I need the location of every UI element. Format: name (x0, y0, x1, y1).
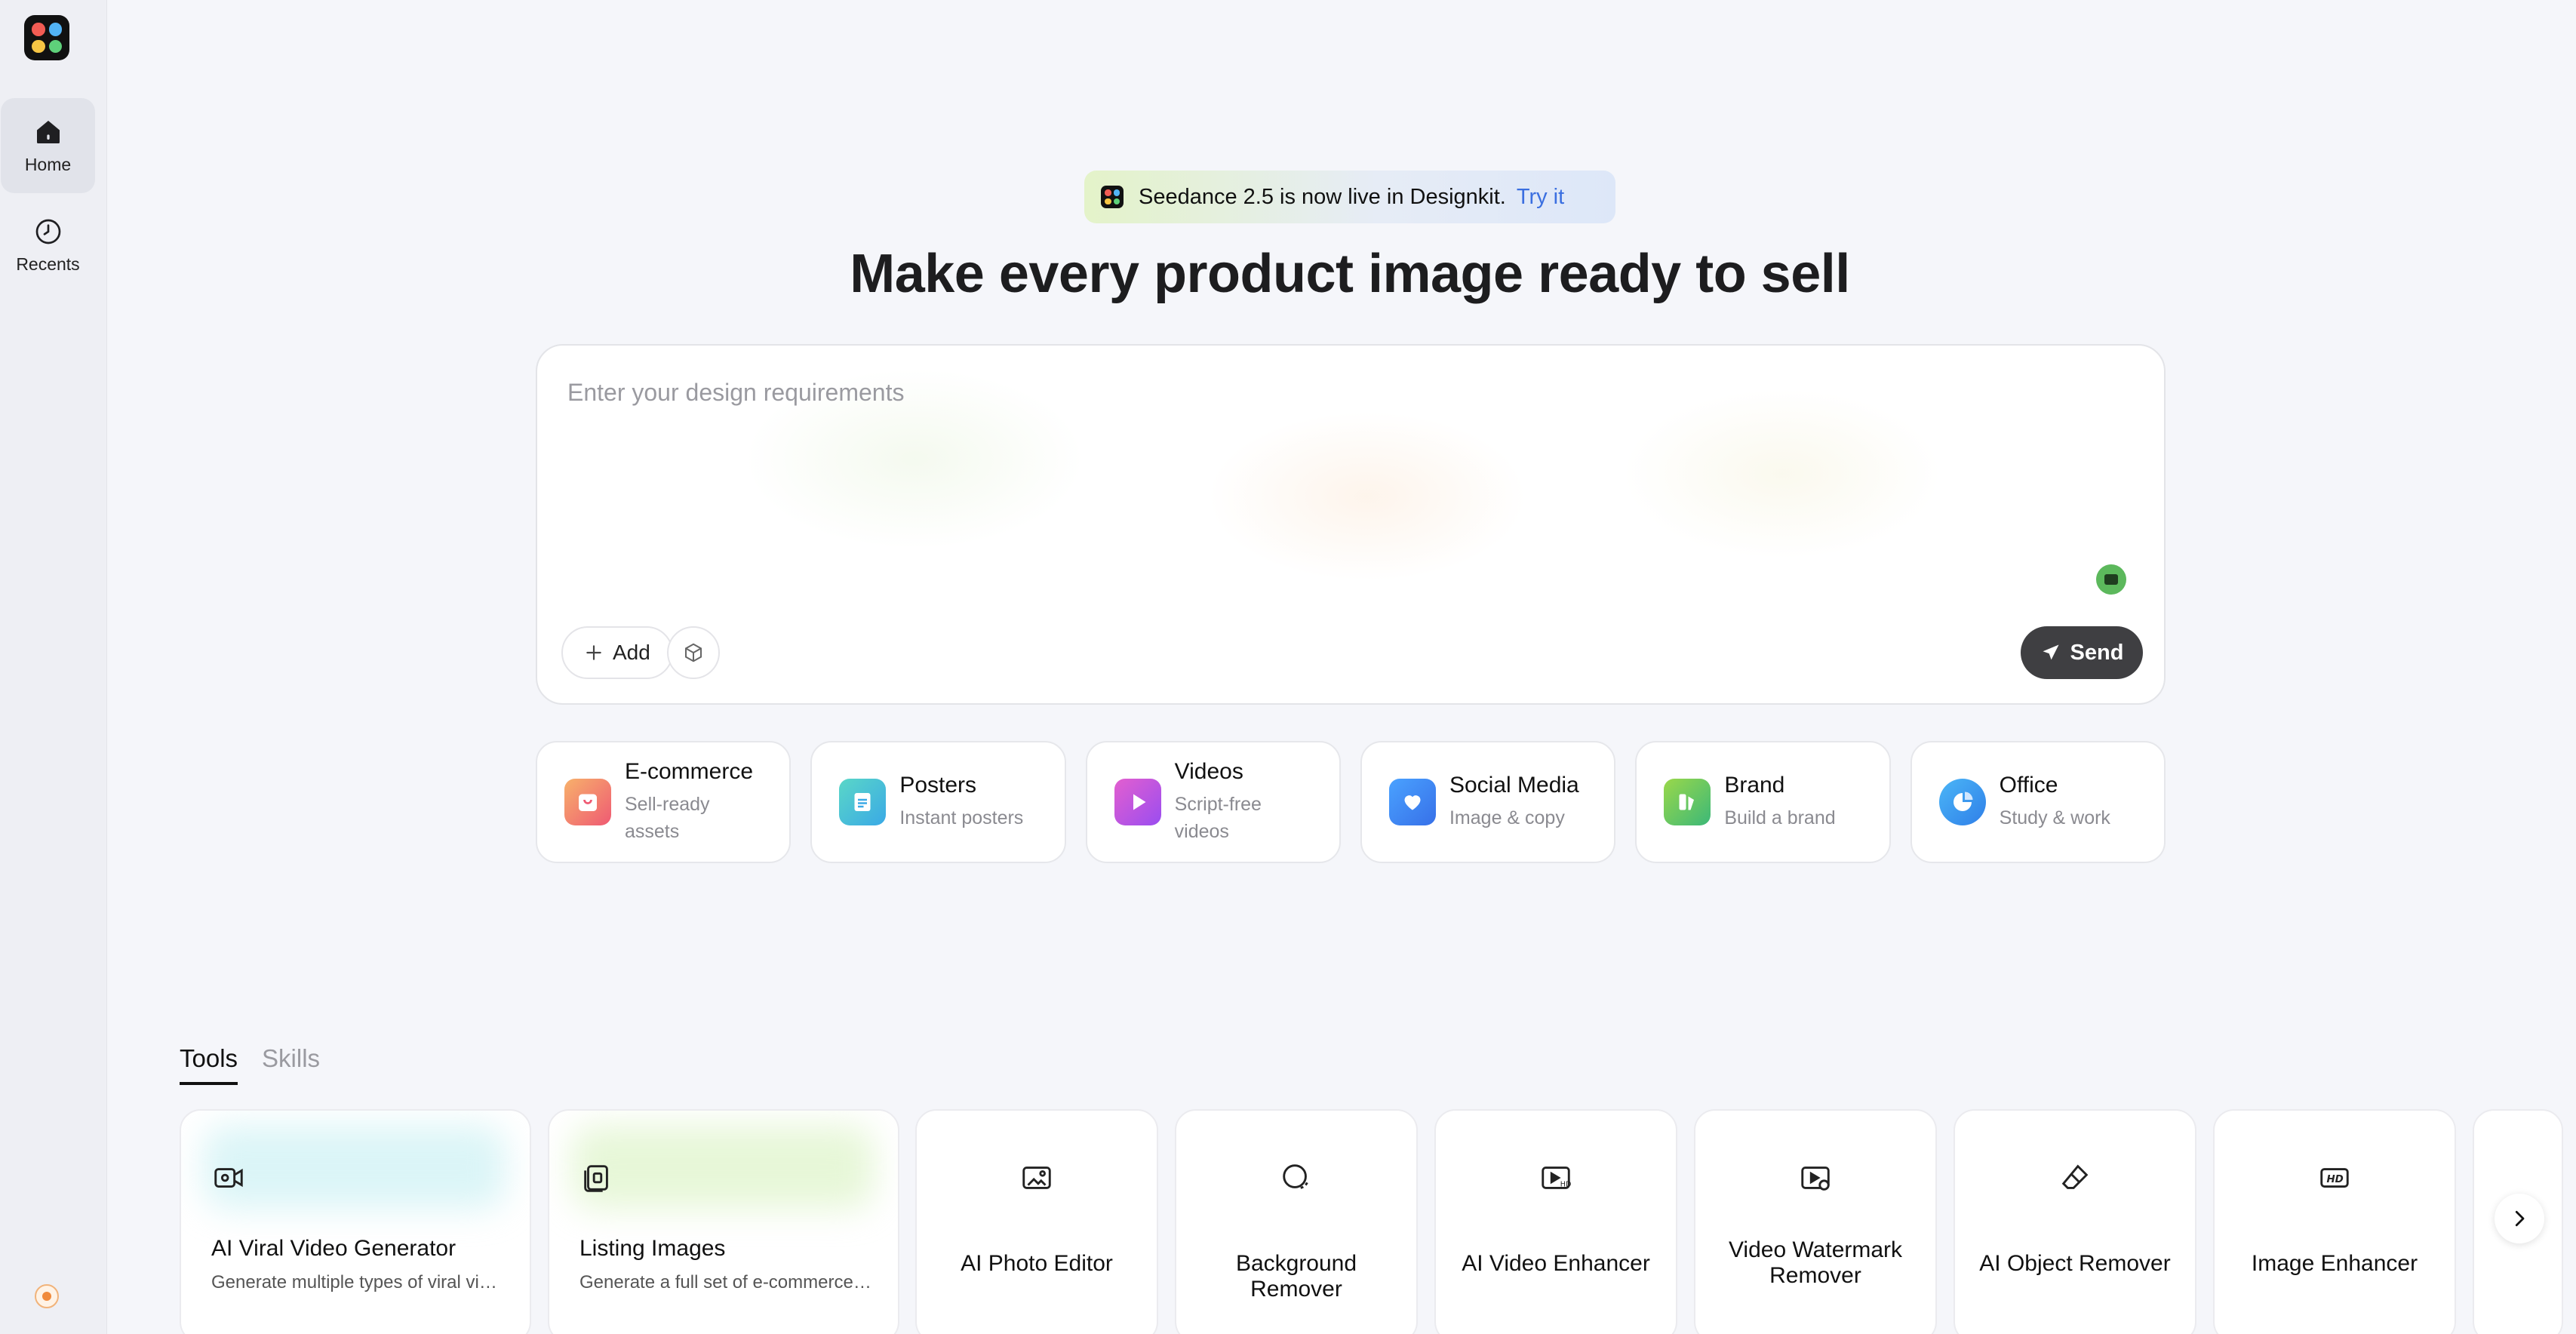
tool-title: Video Watermark Remover (1728, 1237, 1903, 1288)
tool-description: Generate multiple types of viral videos (211, 1272, 506, 1293)
tool-title: Image Enhancer (2251, 1251, 2418, 1276)
tab-skills[interactable]: Skills (262, 1044, 320, 1085)
eraser-icon (2061, 1164, 2089, 1189)
category-title: E-commerce (625, 759, 754, 784)
category-title: Brand (1724, 773, 1785, 798)
video-watermark-icon (1801, 1166, 1830, 1191)
hd-icon: HD (2320, 1168, 2349, 1188)
video-camera-icon (214, 1168, 243, 1188)
category-row: E-commerce Sell-ready assets Posters Ins… (536, 741, 2166, 863)
plus-icon (586, 645, 601, 660)
svg-text:HD: HD (1560, 1181, 1572, 1189)
tools-next-button[interactable] (2495, 1194, 2544, 1243)
category-subtitle: Image & copy (1449, 807, 1565, 828)
category-title: Social Media (1449, 773, 1579, 798)
model-select-button[interactable] (667, 626, 720, 679)
shopping-bag-icon (564, 779, 611, 825)
tool-card-image-enhancer[interactable]: HD Image Enhancer (2213, 1109, 2456, 1334)
play-icon (1114, 779, 1161, 825)
pie-chart-icon (1938, 779, 1986, 825)
poster-icon (839, 779, 887, 825)
tab-tools[interactable]: Tools (180, 1044, 238, 1085)
sidebar-item-home[interactable]: Home (1, 98, 95, 193)
tool-card-ai-viral-video-generator[interactable]: AI Viral Video Generator Generate multip… (180, 1109, 531, 1334)
tool-description: Generate a full set of e-commerce images (579, 1272, 874, 1293)
tool-card-listing-images[interactable]: Listing Images Generate a full set of e-… (548, 1109, 899, 1334)
design-requirements-input[interactable] (567, 379, 2122, 567)
tool-card-background-remover[interactable]: Background Remover (1175, 1109, 1418, 1334)
category-subtitle: Build a brand (1724, 807, 1836, 828)
add-button[interactable]: Add (561, 626, 673, 679)
category-subtitle: Study & work (1999, 807, 2110, 828)
tool-title: AI Object Remover (1979, 1251, 2171, 1276)
tool-card-video-watermark-remover[interactable]: Video Watermark Remover (1694, 1109, 1937, 1334)
tool-title: Background Remover (1235, 1251, 1357, 1302)
send-button-label: Send (2070, 640, 2124, 665)
clock-icon (35, 219, 60, 244)
cube-icon (685, 643, 702, 662)
try-it-link[interactable]: Try it (1517, 185, 1564, 210)
heart-chat-icon (1388, 779, 1436, 825)
category-brand[interactable]: Brand Build a brand (1635, 741, 1891, 863)
prompt-box: Add Send (536, 344, 2166, 705)
page-title: Make every product image ready to sell (850, 244, 1850, 304)
video-hd-icon: HD (1542, 1166, 1572, 1189)
category-title: Posters (899, 773, 977, 798)
announcement-banner: Seedance 2.5 is now live in Designkit. T… (1084, 171, 1615, 223)
send-button[interactable]: Send (2021, 626, 2143, 679)
tool-title: AI Photo Editor (961, 1251, 1113, 1276)
tool-title: AI Video Enhancer (1462, 1251, 1650, 1276)
tool-card-ai-object-remover[interactable]: AI Object Remover (1954, 1109, 2196, 1334)
category-title: Videos (1174, 759, 1243, 784)
sidebar: Home Recents (0, 0, 107, 1334)
tool-title: Listing Images (579, 1236, 726, 1261)
category-office[interactable]: Office Study & work (1910, 741, 2166, 863)
designkit-logo-icon (1101, 186, 1124, 208)
category-title: Office (1999, 773, 2058, 798)
home-icon (36, 120, 60, 143)
category-social-media[interactable]: Social Media Image & copy (1360, 741, 1616, 863)
image-edit-icon (1022, 1166, 1051, 1189)
tool-title: AI Viral Video Generator (211, 1236, 456, 1261)
tools-tabs: Tools Skills (180, 1044, 320, 1085)
sidebar-item-label: Home (24, 154, 72, 174)
tool-card-ai-video-enhancer[interactable]: HD AI Video Enhancer (1434, 1109, 1677, 1334)
svg-text:HD: HD (2326, 1174, 2343, 1185)
send-icon (2043, 644, 2059, 660)
chevron-right-icon (2515, 1210, 2525, 1227)
add-button-label: Add (613, 641, 650, 664)
category-subtitle: Instant posters (899, 807, 1024, 828)
brand-icon (1664, 779, 1711, 825)
background-remove-icon (1283, 1164, 1309, 1189)
category-ecommerce[interactable]: E-commerce Sell-ready assets (536, 741, 792, 863)
category-subtitle: Script-free videos (1174, 794, 1262, 842)
category-posters[interactable]: Posters Instant posters (810, 741, 1066, 863)
category-subtitle: Sell-ready assets (625, 794, 710, 842)
listing-images-icon (584, 1165, 608, 1192)
app-logo[interactable] (24, 15, 69, 60)
banner-text: Seedance 2.5 is now live in Designkit. (1139, 184, 1506, 209)
tool-card-ai-photo-editor[interactable]: AI Photo Editor (915, 1109, 1158, 1334)
category-videos[interactable]: Videos Script-free videos (1085, 741, 1341, 863)
user-status-icon[interactable] (35, 1284, 59, 1308)
assistant-bot-icon[interactable] (2096, 564, 2126, 595)
